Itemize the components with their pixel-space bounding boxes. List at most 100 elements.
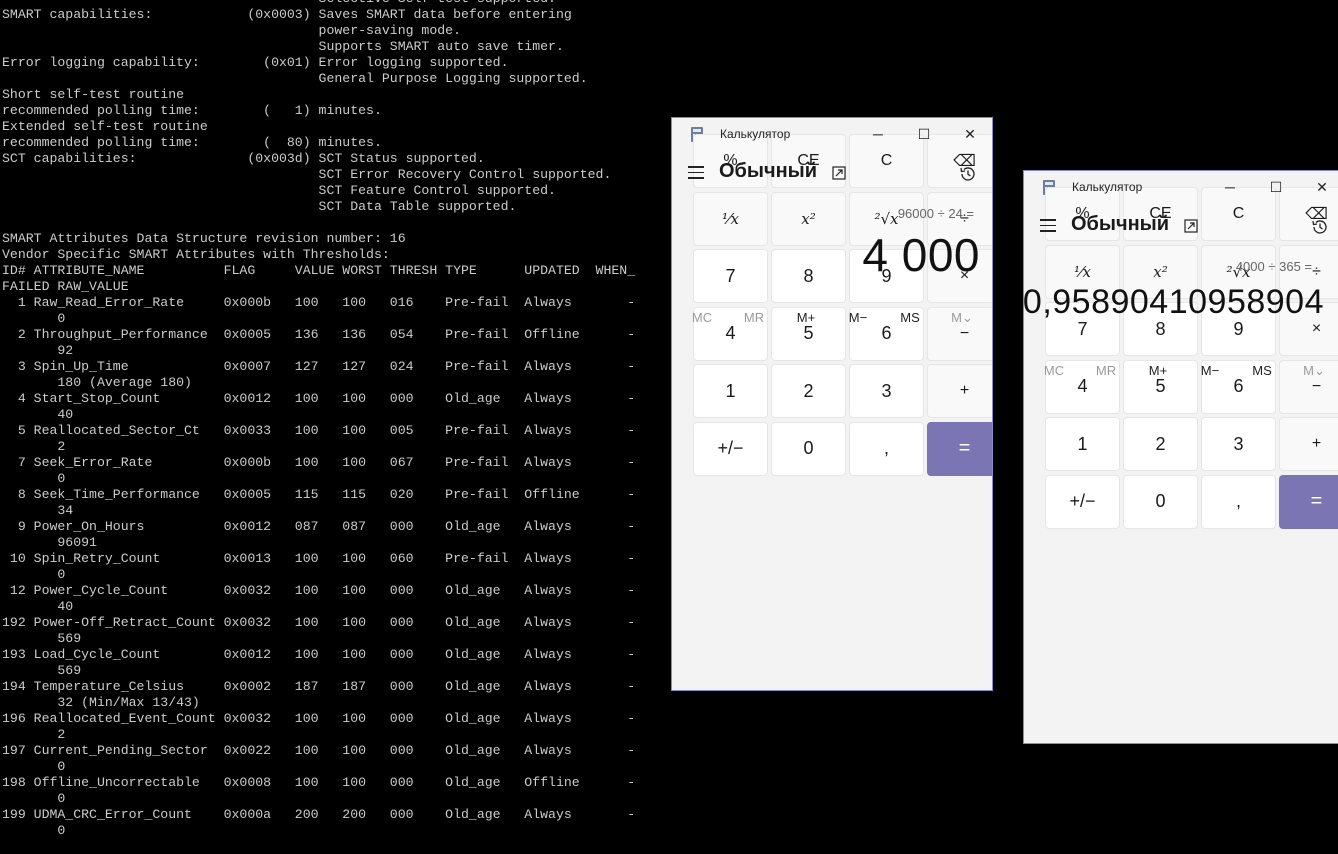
decimal-button[interactable]: , [849, 421, 924, 476]
maximize-icon: ☐ [1269, 178, 1283, 195]
memory-add-button[interactable]: M+ [780, 310, 832, 325]
add-button[interactable]: + [927, 364, 992, 418]
expression-display: 96000 ÷ 24 = [897, 206, 974, 221]
terminal-line: Short self-test routine [2, 87, 185, 102]
digit-3-button[interactable]: 3 [1201, 417, 1276, 471]
title-bar[interactable]: % CE C ⌫ ¹⁄x x² ²√x ÷ 7 8 9 × 4 5 6−1 2 3 + +/− 0, = Калькул… [1024, 171, 1338, 529]
digit-0-button[interactable]: 0 [1123, 474, 1198, 529]
terminal-line: 0 [2, 567, 66, 582]
terminal-line: 96091 [2, 535, 97, 550]
terminal-line: 0 [2, 759, 66, 774]
terminal-line: 2 [2, 439, 66, 454]
mode-title: Обычный [719, 160, 818, 182]
calculator-app-icon: % CE C ⌫ ¹⁄x x² ²√x ÷ 7 8 9 × 4 5 6−1 2 3 + +/− 0, = [691, 127, 992, 476]
terminal-line: SCT Feature Control supported. [2, 183, 556, 198]
terminal-line: 5 Reallocated_Sector_Ct 0x0033 100 100 0… [2, 423, 636, 438]
equals-button[interactable]: = [927, 421, 992, 476]
terminal-line: 193 Load_Cycle_Count 0x0012 100 100 000 … [2, 647, 636, 662]
digit-8-button[interactable]: 8 [771, 249, 846, 303]
terminal-line: 192 Power-Off_Retract_Count 0x0032 100 1… [2, 615, 636, 630]
close-icon: ✕ [964, 125, 976, 142]
decimal-button[interactable]: , [1201, 474, 1276, 529]
terminal-line: Selective Self-test supported. [2, 0, 635, 7]
digit-3-button[interactable]: 3 [849, 364, 924, 418]
terminal-line: 7 Seek_Error_Rate 0x000b 100 100 067 Pre… [2, 455, 636, 470]
calculator-app-icon: % CE C ⌫ ¹⁄x x² ²√x ÷ 7 8 9 × 4 5 6−1 2 3 + +/− 0, = [1043, 180, 1338, 529]
memory-list-button[interactable]: M⌄ [1288, 363, 1338, 379]
minimize-icon: ─ [873, 126, 883, 142]
keep-on-top-icon[interactable] [1184, 219, 1198, 233]
negate-button[interactable]: +/− [693, 421, 768, 476]
maximize-icon: ☐ [917, 125, 931, 142]
digit-0-button[interactable]: 0 [771, 421, 846, 476]
terminal-line: 197 Current_Pending_Sector 0x0022 100 10… [2, 743, 636, 758]
digit-2-button[interactable]: 2 [771, 364, 846, 418]
keep-on-top-icon[interactable] [832, 166, 846, 180]
negate-button[interactable]: +/− [1045, 474, 1120, 529]
history-icon[interactable] [959, 165, 977, 183]
close-button[interactable]: ✕ [1299, 171, 1338, 203]
terminal-line: General Purpose Logging supported. [2, 71, 588, 86]
terminal-line: 199 UDMA_CRC_Error_Count 0x000a 200 200 … [2, 807, 636, 822]
terminal-line: ID# ATTRIBUTE_NAME FLAG VALUE WORST THRE… [2, 263, 636, 278]
terminal-line: Error logging capability: (0x01) Error l… [2, 55, 509, 70]
terminal-line: power-saving mode. [2, 23, 461, 38]
terminal-line: 10 Spin_Retry_Count 0x0013 100 100 060 P… [2, 551, 636, 566]
hamburger-menu-icon[interactable] [688, 166, 704, 179]
terminal-line: 2 [2, 727, 66, 742]
maximize-button[interactable]: ☐ [901, 118, 947, 150]
terminal-line: 2 Throughput_Performance 0x0005 136 136 … [2, 327, 636, 342]
digit-1-button[interactable]: 1 [1045, 417, 1120, 471]
terminal-line: 3 Spin_Up_Time 0x0007 127 127 024 Pre-fa… [2, 359, 636, 374]
expression-display: 4000 ÷ 365 = [1235, 259, 1312, 274]
minimize-button[interactable]: ─ [1207, 171, 1253, 203]
history-icon[interactable] [1311, 218, 1329, 236]
terminal-line: SCT Error Recovery Control supported. [2, 167, 612, 182]
memory-store-button[interactable]: MS [884, 310, 936, 325]
terminal-line: Supports SMART auto save timer. [2, 39, 564, 54]
terminal-line: 40 [2, 407, 74, 422]
terminal-line: 0 [2, 791, 66, 806]
memory-subtract-button[interactable]: M− [1184, 363, 1236, 378]
add-button[interactable]: + [1279, 417, 1338, 471]
calculator-window-2[interactable]: % CE C ⌫ ¹⁄x x² ²√x ÷ 7 8 9 × 4 5 6−1 2 3 + +/− 0, = Калькул… [1023, 170, 1338, 744]
memory-recall-button[interactable]: MR [728, 310, 780, 325]
memory-recall-button[interactable]: MR [1080, 363, 1132, 378]
terminal-line: recommended polling time: ( 1) minutes. [2, 103, 382, 118]
digit-7-button[interactable]: 7 [693, 249, 768, 303]
minimize-button[interactable]: ─ [855, 118, 901, 150]
terminal-line: 196 Reallocated_Event_Count 0x0032 100 1… [2, 711, 636, 726]
terminal-line: recommended polling time: ( 80) minutes. [2, 135, 382, 150]
digit-2-button[interactable]: 2 [1123, 417, 1198, 471]
memory-list-button[interactable]: M⌄ [936, 310, 988, 326]
terminal-line: 0 [2, 471, 66, 486]
terminal-line: 1 Raw_Read_Error_Rate 0x000b 100 100 016… [2, 295, 636, 310]
memory-store-button[interactable]: MS [1236, 363, 1288, 378]
memory-clear-button[interactable]: MC [1028, 363, 1080, 378]
equals-button[interactable]: = [1279, 474, 1338, 529]
close-button[interactable]: ✕ [947, 118, 992, 150]
square-button[interactable]: x² [771, 191, 846, 246]
minimize-icon: ─ [1225, 179, 1235, 195]
window-title: Калькулятор [1072, 180, 1143, 194]
calculator-window-1[interactable]: % CE C ⌫ ¹⁄x x² ²√x ÷ 7 8 9 × 4 5 6−1 2 3 + +/− 0, = Калькул… [671, 117, 993, 691]
result-display: 4 000 [862, 229, 980, 281]
terminal-line: 12 Power_Cycle_Count 0x0032 100 100 000 … [2, 583, 636, 598]
memory-subtract-button[interactable]: M− [832, 310, 884, 325]
memory-add-button[interactable]: M+ [1132, 363, 1184, 378]
digit-1-button[interactable]: 1 [693, 364, 768, 418]
terminal-line: SCT Data Table supported. [2, 199, 517, 214]
memory-clear-button[interactable]: MC [676, 310, 728, 325]
terminal-line: 569 [2, 631, 82, 646]
terminal-line: 198 Offline_Uncorrectable 0x0008 100 100… [2, 775, 636, 790]
terminal-line: 8 Seek_Time_Performance 0x0005 115 115 0… [2, 487, 636, 502]
terminal-line: FAILED RAW_VALUE [2, 279, 129, 294]
window-title: Калькулятор [720, 127, 791, 141]
reciprocal-button[interactable]: ¹⁄x [693, 191, 768, 246]
hamburger-menu-icon[interactable] [1040, 219, 1056, 232]
terminal-output: Selective Self-test supported.SMART capa… [2, 0, 635, 839]
title-bar[interactable]: % CE C ⌫ ¹⁄x x² ²√x ÷ 7 8 9 × 4 5 6−1 2 3 + +/− 0, = Калькул… [672, 118, 992, 476]
terminal-line: SMART Attributes Data Structure revision… [2, 231, 406, 246]
maximize-button[interactable]: ☐ [1253, 171, 1299, 203]
